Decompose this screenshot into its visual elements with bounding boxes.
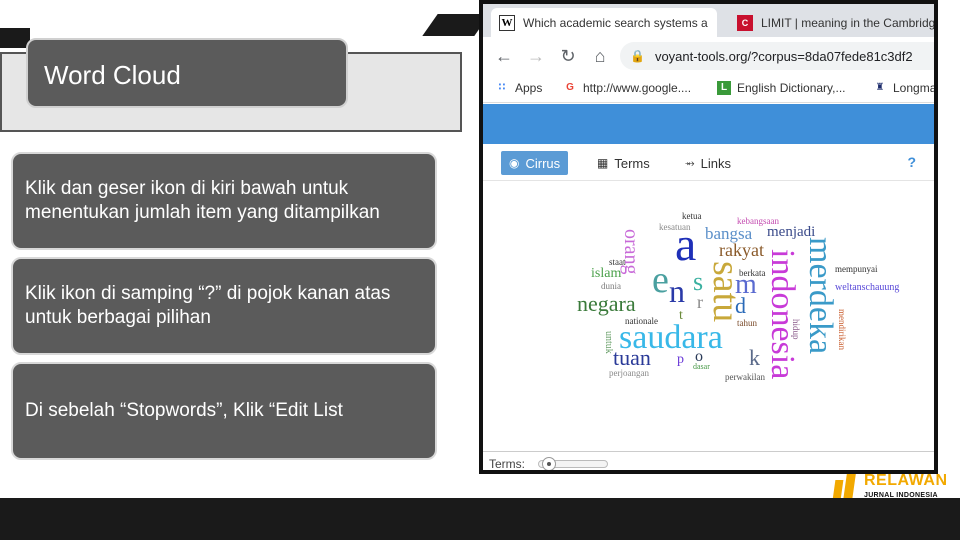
forward-arrow-icon[interactable]: → [525,45,547,67]
word-cloud: ketua kesatuan kebangsaan bangsa menjadi… [483,181,934,451]
word-negara[interactable]: negara [577,293,636,315]
help-button[interactable]: ? [907,154,916,170]
bookmark-longman[interactable]: ♜ Longma [873,81,937,95]
tab-label: Terms [614,155,650,171]
word-n[interactable]: n [669,275,685,307]
table-icon: ▦ [597,156,609,170]
word-tuan[interactable]: tuan [613,347,651,369]
voyant-header-band [483,104,934,144]
word-r[interactable]: r [697,293,703,311]
instruction-bullet-1: Klik dan geser ikon di kiri bawah untuk … [11,152,437,250]
bullet-text: Klik dan geser ikon di kiri bawah untuk … [25,178,380,223]
bookmark-google[interactable]: G http://www.google.... [563,81,691,95]
word-k[interactable]: k [749,347,760,369]
eye-icon: ◉ [509,156,520,170]
tab-label: Cirrus [525,155,561,171]
terms-slider-handle[interactable] [541,457,556,470]
bookmark-label: Apps [515,81,543,95]
apps-grid-icon: ∷ [498,82,506,93]
word-p[interactable]: p [677,353,684,367]
tab-bar: W Which academic search systems a C LIMI… [483,4,934,37]
word-orang[interactable]: orang [620,229,642,275]
word-rakyat[interactable]: rakyat [719,241,764,259]
slide-title: Word Cloud [26,38,348,108]
browser-tab-academic-search[interactable]: W Which academic search systems a [491,8,717,37]
tab-terms[interactable]: ▦ Terms [589,151,658,175]
browser-screenshot: W Which academic search systems a C LIMI… [479,0,938,474]
bookmarks-bar: ∷ Apps G http://www.google.... L English… [483,75,934,103]
tab-links[interactable]: ⥇ Links [677,151,739,175]
word-merdeka[interactable]: merdeka [802,237,839,354]
tab-label: LIMIT | meaning in the Cambridge [761,15,938,30]
url-text: voyant-tools.org/?corpus=8da07fede81c3df… [654,48,913,64]
word-mendirikan[interactable]: mendirikan [837,309,847,350]
bottom-stripe [0,498,960,540]
word-berkata[interactable]: berkata [739,269,765,278]
bookmark-apps[interactable]: ∷ Apps [495,81,543,95]
word-a[interactable]: a [675,221,696,269]
word-mempunyai[interactable]: mempunyai [835,265,878,274]
terms-label: Terms: [489,457,525,471]
word-d[interactable]: d [735,295,746,317]
bullet-text: Klik ikon di samping “?” di pojok kanan … [25,283,391,328]
logo-mark-icon [832,474,860,500]
instruction-bullet-2: Klik ikon di samping “?” di pojok kanan … [11,257,437,355]
wikipedia-icon: W [499,14,515,31]
word-perwakilan[interactable]: perwakilan [725,373,765,382]
word-perjoangan[interactable]: perjoangan [609,369,649,378]
tab-label: Which academic search systems a [523,15,708,30]
word-weltanschauung[interactable]: weltanschauung [835,283,899,293]
word-indonesia[interactable]: indonesia [764,249,801,379]
longman-icon: ♜ [875,82,885,93]
word-hidup[interactable]: hidup [791,319,801,340]
terms-slider-bar: Terms: [483,451,934,471]
word-e[interactable]: e [652,261,669,299]
logo-name: RELAWAN [864,472,948,489]
instruction-bullet-3: Di sebelah “Stopwords”, Klik “Edit List [11,362,437,460]
voyant-tool-tabs: ◉ Cirrus ▦ Terms ⥇ Links ? [483,144,934,181]
bookmark-label: http://www.google.... [583,81,692,95]
word-dasar[interactable]: dasar [693,363,710,371]
bullet-text: Di sebelah “Stopwords”, Klik “Edit List [25,400,343,421]
dictionary-l-icon: L [717,81,731,95]
browser-tab-limit[interactable]: C LIMIT | meaning in the Cambridge [729,8,938,37]
home-icon[interactable]: ⌂ [589,45,611,67]
word-untuk[interactable]: untuk [603,331,614,354]
share-icon: ⥇ [685,155,695,170]
tab-label: Links [700,155,731,171]
word-tahun[interactable]: tahun [737,319,757,328]
google-icon: G [566,82,574,93]
cambridge-icon: C [737,14,753,31]
word-islam[interactable]: islam [591,267,621,281]
bookmark-english-dictionary[interactable]: L English Dictionary,... [717,81,846,95]
reload-icon[interactable]: ↻ [557,45,579,67]
bookmark-label: English Dictionary,... [737,81,846,95]
back-arrow-icon[interactable]: ← [493,45,515,67]
bookmark-label: Longma [893,81,937,95]
browser-toolbar: ← → ↻ ⌂ 🔒 voyant-tools.org/?corpus=8da07… [483,37,934,75]
lock-icon: 🔒 [630,49,645,63]
address-bar[interactable]: 🔒 voyant-tools.org/?corpus=8da07fede81c3… [620,42,934,70]
word-dunia[interactable]: dunia [601,282,621,291]
tab-cirrus[interactable]: ◉ Cirrus [501,151,569,175]
